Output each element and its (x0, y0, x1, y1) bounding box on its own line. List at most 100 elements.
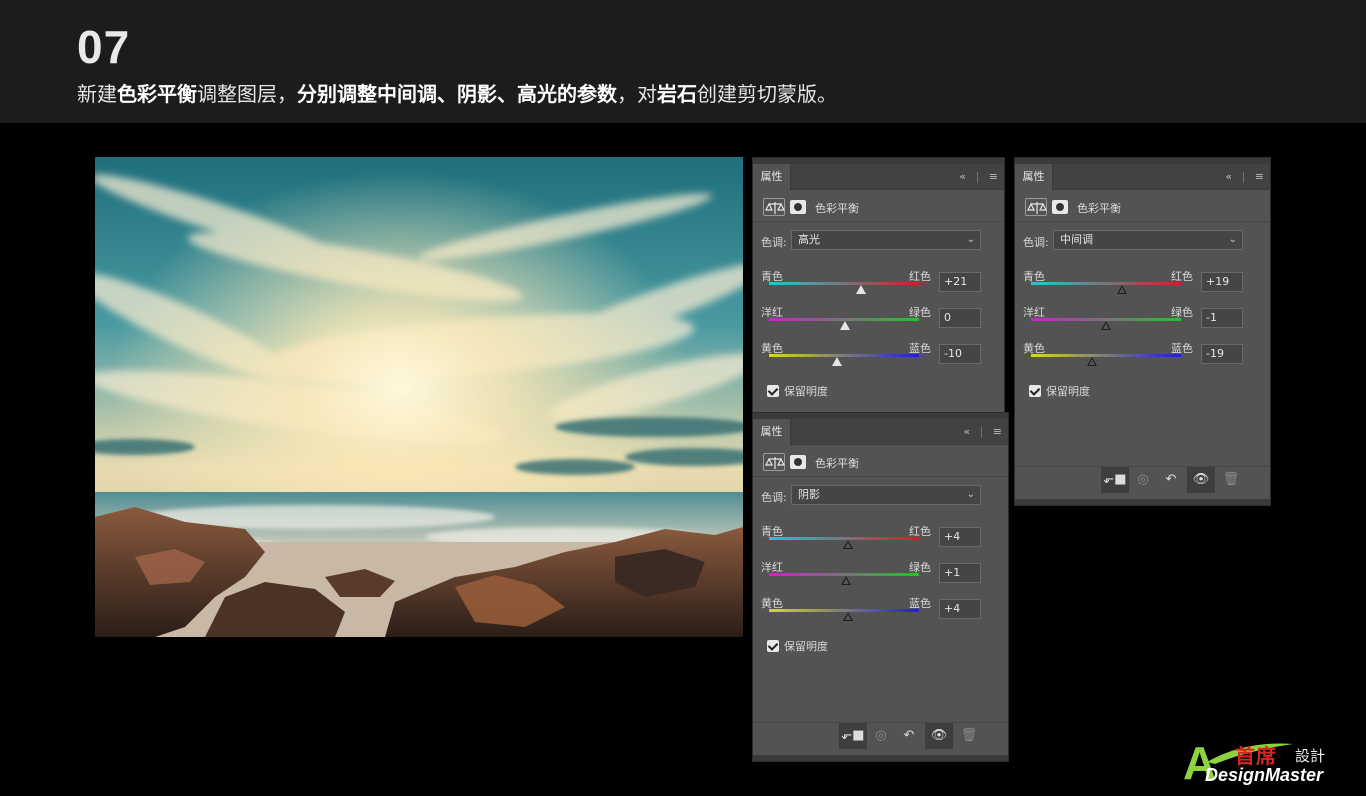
color-balance-icon[interactable] (1025, 198, 1047, 216)
caption-part: 创建剪切蒙版。 (697, 82, 837, 106)
tone-select[interactable]: 高光 ⌄ (791, 230, 981, 250)
panel-tab-bar: 属性 « | ≡ (1015, 164, 1270, 191)
tone-select-value: 阴影 (798, 488, 820, 501)
view-previous-icon[interactable]: ◎ (867, 723, 895, 749)
yellow-blue-value[interactable]: -10 (939, 344, 981, 364)
chevron-down-icon: ⌄ (1228, 234, 1237, 245)
magenta-green-value[interactable]: +1 (939, 563, 981, 583)
panel-menu-icon[interactable]: ≡ (989, 164, 998, 190)
preserve-luminosity-label: 保留明度 (784, 385, 828, 398)
tab-properties[interactable]: 属性 (753, 419, 791, 446)
adjustment-title: 色彩平衡 (815, 457, 859, 470)
panel-controls: « | ≡ (1219, 164, 1264, 190)
preserve-luminosity-label: 保留明度 (1046, 385, 1090, 398)
eye-icon[interactable]: 👁 (1187, 467, 1215, 493)
panel-controls: « | ≡ (953, 164, 998, 190)
separator: | (979, 425, 984, 438)
properties-panel-shadows: 属性 « | ≡ 色彩平衡 色调: 阴影 ⌄ 青色 红色 +4 洋红 绿色 +1… (752, 412, 1009, 762)
trash-icon[interactable]: 🗑 (1217, 467, 1245, 493)
reset-icon[interactable]: ↶ (895, 723, 923, 749)
panel-footer: ⬐■ ◎ ↶ 👁 🗑 (753, 722, 1008, 749)
resize-grip[interactable] (753, 755, 1008, 761)
yellow-blue-value[interactable]: -19 (1201, 344, 1243, 364)
chevron-down-icon: ⌄ (966, 234, 975, 245)
logo-chinese-small: 設計 (1295, 747, 1326, 765)
collapse-icon[interactable]: « (1225, 164, 1232, 190)
caption-part: 调整图层， (197, 82, 297, 106)
adjustment-title: 色彩平衡 (815, 202, 859, 215)
panel-menu-icon[interactable]: ≡ (1255, 164, 1264, 190)
preserve-luminosity[interactable]: 保留明度 (767, 383, 828, 399)
preserve-luminosity-checkbox[interactable] (767, 640, 779, 652)
tone-select-value: 中间调 (1060, 233, 1093, 246)
slider-thumb[interactable] (856, 285, 866, 294)
trash-icon[interactable]: 🗑 (955, 723, 983, 749)
tone-label: 色调: (1023, 236, 1049, 249)
slider-thumb[interactable] (832, 357, 842, 366)
color-balance-icon[interactable] (763, 198, 785, 216)
cyan-red-value[interactable]: +4 (939, 527, 981, 547)
layer-mask-icon[interactable] (790, 200, 806, 214)
logo-english: DesignMaster (1205, 765, 1324, 785)
slide-header: 07 新建色彩平衡调整图层，分别调整中间调、阴影、高光的参数，对岩石创建剪切蒙版… (0, 0, 1366, 123)
reset-icon[interactable]: ↶ (1157, 467, 1185, 493)
step-number: 07 (77, 21, 131, 73)
properties-panel-midtones: 属性 « | ≡ 色彩平衡 色调: 中间调 ⌄ 青色 红色 +19 洋红 绿色 … (1014, 157, 1271, 506)
separator: | (1241, 170, 1246, 183)
panel-menu-icon[interactable]: ≡ (993, 419, 1002, 445)
preserve-luminosity[interactable]: 保留明度 (767, 638, 828, 654)
cyan-red-value[interactable]: +21 (939, 272, 981, 292)
tone-label: 色调: (761, 236, 787, 249)
slider-thumb[interactable] (843, 540, 853, 549)
panel-controls: « | ≡ (957, 419, 1002, 445)
cyan-red-value[interactable]: +19 (1201, 272, 1243, 292)
panel-tab-bar: 属性 « | ≡ (753, 164, 1004, 191)
clip-to-layer-icon[interactable]: ⬐■ (839, 723, 867, 749)
tone-select-value: 高光 (798, 233, 820, 246)
eye-icon[interactable]: 👁 (925, 723, 953, 749)
tab-properties[interactable]: 属性 (1015, 164, 1053, 191)
designmaster-logo: A 首席 設計 DesignMaster (1183, 738, 1359, 790)
slider-track[interactable] (769, 354, 919, 357)
slider-track[interactable] (1031, 282, 1181, 285)
tone-select[interactable]: 阴影 ⌄ (791, 485, 981, 505)
caption-part: 岩石 (657, 82, 697, 106)
slider-thumb[interactable] (1087, 357, 1097, 366)
adjustment-header: 色彩平衡 (753, 192, 1004, 222)
tone-label: 色调: (761, 491, 787, 504)
tone-select[interactable]: 中间调 ⌄ (1053, 230, 1243, 250)
collapse-icon[interactable]: « (963, 419, 970, 445)
slider-thumb[interactable] (1117, 285, 1127, 294)
color-balance-icon[interactable] (763, 453, 785, 471)
slider-thumb[interactable] (841, 576, 851, 585)
panel-footer: ⬐■ ◎ ↶ 👁 🗑 (1015, 466, 1270, 493)
step-caption: 新建色彩平衡调整图层，分别调整中间调、阴影、高光的参数，对岩石创建剪切蒙版。 (77, 78, 837, 107)
layer-mask-icon[interactable] (790, 455, 806, 469)
preserve-luminosity-checkbox[interactable] (767, 385, 779, 397)
view-previous-icon[interactable]: ◎ (1129, 467, 1157, 493)
collapse-icon[interactable]: « (959, 164, 966, 190)
panel-tab-bar: 属性 « | ≡ (753, 419, 1008, 446)
slider-track[interactable] (1031, 354, 1181, 357)
slider-thumb[interactable] (843, 612, 853, 621)
slider-track[interactable] (769, 282, 919, 285)
adjustment-header: 色彩平衡 (753, 447, 1008, 477)
slider-thumb[interactable] (1101, 321, 1111, 330)
preserve-luminosity[interactable]: 保留明度 (1029, 383, 1090, 399)
tab-properties[interactable]: 属性 (753, 164, 791, 191)
preserve-luminosity-label: 保留明度 (784, 640, 828, 653)
chevron-down-icon: ⌄ (966, 489, 975, 500)
clip-to-layer-icon[interactable]: ⬐■ (1101, 467, 1129, 493)
resize-grip[interactable] (1015, 499, 1270, 505)
layer-mask-icon[interactable] (1052, 200, 1068, 214)
seascape-photo (95, 157, 743, 637)
properties-panel-highlights: 属性 « | ≡ 色彩平衡 色调: 高光 ⌄ 青色 红色 +21 洋红 绿色 0… (752, 157, 1005, 414)
caption-part: 色彩平衡 (117, 82, 197, 106)
slider-thumb[interactable] (840, 321, 850, 330)
adjustment-title: 色彩平衡 (1077, 202, 1121, 215)
caption-part: ，对 (617, 82, 657, 106)
magenta-green-value[interactable]: 0 (939, 308, 981, 328)
preserve-luminosity-checkbox[interactable] (1029, 385, 1041, 397)
magenta-green-value[interactable]: -1 (1201, 308, 1243, 328)
yellow-blue-value[interactable]: +4 (939, 599, 981, 619)
